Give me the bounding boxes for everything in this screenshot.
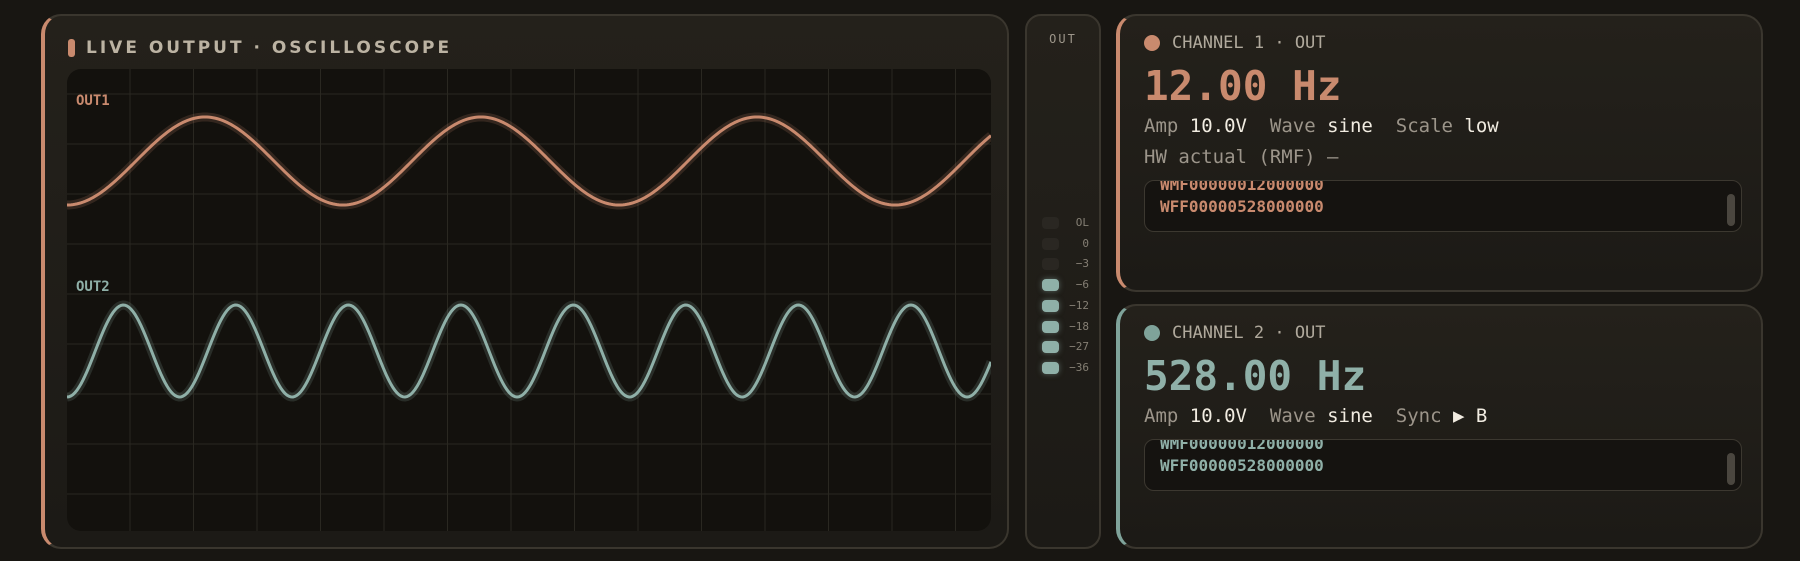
meter-level-row: −3 (1027, 255, 1099, 275)
channel-1-frequency: 12.00 Hz (1144, 62, 1342, 110)
meter-level-row: −6 (1027, 276, 1099, 296)
sync-value: ▶ B (1452, 405, 1488, 427)
amp-label: Amp (1144, 405, 1179, 427)
channel-2-card: CHANNEL 2 · OUT 528.00 Hz Amp 10.0V Wave… (1116, 304, 1763, 549)
log-scrollbar[interactable] (1727, 453, 1735, 485)
scope-title-bar: LIVE OUTPUT · OSCILLOSCOPE (68, 38, 452, 58)
channel-1-header: CHANNEL 1 · OUT (1144, 33, 1326, 53)
trace-out1-glow (67, 112, 991, 210)
status-dot-icon (1144, 325, 1160, 341)
oscilloscope-panel: LIVE OUTPUT · OSCILLOSCOPE OUT1 OUT2 (41, 14, 1009, 549)
meter-level-label: 0 (1082, 236, 1089, 250)
trace-out1 (67, 115, 991, 207)
meter-level-row: −36 (1027, 359, 1099, 379)
channel-2-command-log[interactable]: WMF00000012000000 WFF00000528000000 (1144, 439, 1742, 491)
meter-level-label: −27 (1069, 340, 1089, 354)
trace-label-out2: OUT2 (76, 279, 110, 295)
led-indicator (1042, 320, 1059, 333)
led-indicator (1042, 341, 1059, 354)
channel-2-params: Amp 10.0V Wave sine Sync ▶ B (1144, 405, 1487, 427)
channel-1-title: CHANNEL 1 · OUT (1172, 33, 1326, 53)
meter-level-label: OL (1075, 216, 1089, 229)
amp-value: 10.0V (1189, 115, 1247, 137)
log-scrollbar[interactable] (1727, 194, 1735, 226)
led-indicator (1042, 217, 1059, 229)
log-line: WFF00000528000000 (1160, 456, 1324, 475)
output-level-meter: OUT OL 0 −3 −6 −12 −18 −27 −36 (1025, 14, 1101, 549)
meter-level-label: −18 (1069, 319, 1089, 333)
meter-level-row: −27 (1027, 338, 1099, 358)
led-indicator (1042, 299, 1059, 312)
wave-label: Wave (1269, 405, 1316, 427)
channel-2-frequency: 528.00 Hz (1144, 352, 1367, 400)
sync-label: Sync (1395, 405, 1442, 427)
meter-level-row: −12 (1027, 297, 1099, 317)
meter-level-row: −18 (1027, 318, 1099, 338)
scope-graph (67, 69, 991, 531)
meter-title: OUT (1049, 32, 1077, 46)
channel-1-card: CHANNEL 1 · OUT 12.00 Hz Amp 10.0V Wave … (1116, 14, 1763, 292)
meter-level-row: OL (1027, 214, 1099, 234)
hw-actual-readout: HW actual (RMF) — (1144, 146, 1339, 168)
channel-1-params: Amp 10.0V Wave sine Scale low (1144, 115, 1499, 137)
channel-1-command-log[interactable]: WMF00000012000000 WFF00000528000000 (1144, 180, 1742, 232)
amp-label: Amp (1144, 115, 1179, 137)
led-indicator (1042, 361, 1059, 374)
wave-value: sine (1327, 405, 1373, 427)
meter-level-label: −36 (1069, 360, 1089, 374)
meter-level-label: −6 (1075, 278, 1089, 292)
meter-level-label: −12 (1069, 298, 1089, 312)
scope-screen: OUT1 OUT2 (67, 69, 991, 531)
led-indicator (1042, 258, 1059, 271)
scale-value: low (1464, 115, 1499, 137)
bar-marker-icon (68, 39, 75, 57)
meter-level-label: −3 (1075, 257, 1089, 271)
log-line: WMF00000012000000 (1160, 439, 1324, 453)
wave-value: sine (1327, 115, 1373, 137)
meter-level-row: 0 (1027, 235, 1099, 255)
amp-value: 10.0V (1189, 405, 1247, 427)
channel-2-header: CHANNEL 2 · OUT (1144, 323, 1326, 343)
channel-2-title: CHANNEL 2 · OUT (1172, 323, 1326, 343)
trace-out2-glow (67, 300, 991, 402)
log-line: WFF00000528000000 (1160, 197, 1324, 216)
status-dot-icon (1144, 35, 1160, 51)
scale-label: Scale (1395, 115, 1453, 137)
log-line: WMF00000012000000 (1160, 180, 1324, 194)
wave-label: Wave (1269, 115, 1316, 137)
led-indicator (1042, 237, 1059, 250)
trace-label-out1: OUT1 (76, 93, 110, 109)
led-indicator (1042, 279, 1059, 292)
scope-title: LIVE OUTPUT · OSCILLOSCOPE (86, 38, 453, 58)
